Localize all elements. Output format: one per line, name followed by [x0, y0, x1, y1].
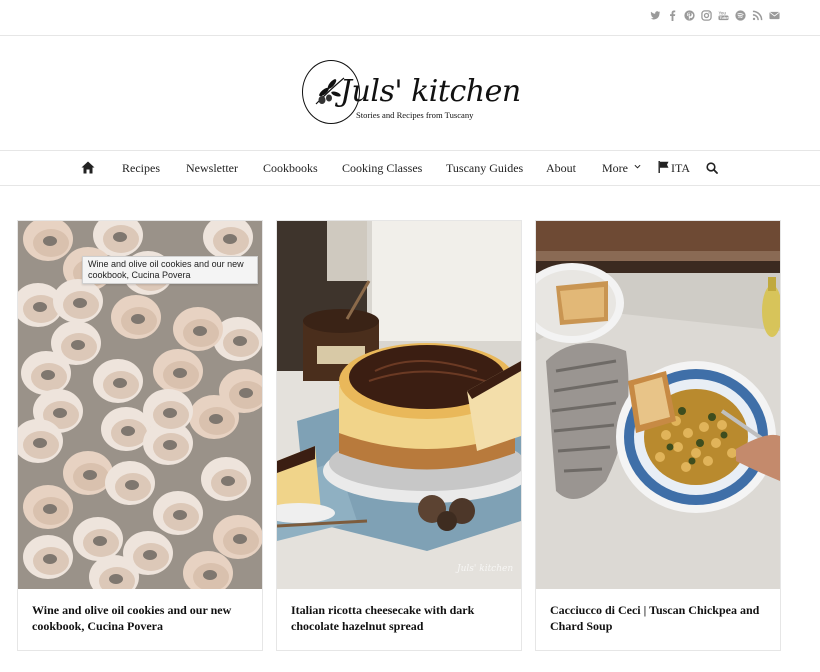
cookie-hole: [33, 302, 47, 312]
cookie-hole: [33, 438, 47, 448]
cookie-hole: [233, 534, 247, 544]
post-card-chickpea-soup[interactable]: Cacciucco di Ceci | Tuscan Chickpea and …: [535, 220, 781, 651]
nav-item-recipes[interactable]: Recipes: [122, 161, 160, 176]
svg-text:Juls' kitchen: Juls' kitchen: [455, 564, 513, 574]
nav-item-about[interactable]: About: [546, 161, 576, 176]
cookie-hole: [131, 314, 145, 324]
cookie-hole: [113, 232, 127, 242]
search-icon[interactable]: [706, 162, 718, 174]
social-icons: You Tube: [649, 8, 780, 22]
logo-tagline: Stories and Recipes from Tuscany: [356, 110, 474, 120]
post-card-cookies[interactable]: Wine and olive oil cookies and our new c…: [17, 220, 263, 651]
cheesecake-photo: Juls' kitchen: [277, 221, 521, 589]
cookie-hole: [125, 480, 139, 490]
cookie-hole: [163, 440, 177, 450]
facebook-icon[interactable]: [666, 8, 678, 22]
email-icon[interactable]: [768, 8, 780, 22]
post-image-chickpea-soup[interactable]: [536, 221, 780, 589]
flag-icon: [658, 161, 669, 173]
logo-name: Juls' kitchen: [340, 74, 521, 109]
svg-text:You: You: [718, 10, 726, 15]
main-nav: Recipes Newsletter Cookbooks Cooking Cla…: [0, 150, 820, 186]
nav-item-tuscany-guides[interactable]: Tuscany Guides: [446, 161, 523, 176]
image-tooltip: Wine and olive oil cookies and our new c…: [82, 256, 258, 284]
nav-item-newsletter[interactable]: Newsletter: [186, 161, 238, 176]
cookie-hole: [221, 476, 235, 486]
cookie-hole: [173, 510, 187, 520]
rss-icon[interactable]: [751, 8, 763, 22]
cookie-hole: [43, 504, 57, 514]
cookie-hole: [53, 408, 67, 418]
cookie-hole: [193, 326, 207, 336]
youtube-icon[interactable]: You Tube: [717, 8, 729, 22]
post-title-cheesecake[interactable]: Italian ricotta cheesecake with dark cho…: [291, 603, 513, 634]
site-logo[interactable]: Juls' kitchen Stories and Recipes from T…: [302, 60, 521, 126]
cookie-hole: [173, 368, 187, 378]
nav-item-language[interactable]: ITA: [658, 161, 690, 176]
post-image-cheesecake[interactable]: Juls' kitchen: [277, 221, 521, 589]
cookie-hole: [121, 426, 135, 436]
top-bar: You Tube: [0, 0, 820, 36]
cookie-hole: [41, 370, 55, 380]
cookie-hole: [203, 570, 217, 580]
cookie-hole: [113, 378, 127, 388]
cookie-hole: [223, 234, 237, 244]
spotify-icon[interactable]: [734, 8, 746, 22]
twitter-icon[interactable]: [649, 8, 661, 22]
cookie-hole: [73, 298, 87, 308]
cookie-hole: [239, 388, 253, 398]
cookie-hole: [43, 554, 57, 564]
chevron-down-icon: [634, 164, 641, 169]
cookie-hole: [71, 340, 85, 350]
cookie-hole: [109, 574, 123, 584]
cookie-hole: [93, 536, 107, 546]
cookie-hole: [143, 550, 157, 560]
post-title-chickpea-soup[interactable]: Cacciucco di Ceci | Tuscan Chickpea and …: [550, 603, 772, 634]
chickpea-soup-photo: [536, 221, 780, 589]
cookie-hole: [163, 408, 177, 418]
post-title-cookies[interactable]: Wine and olive oil cookies and our new c…: [32, 603, 254, 634]
cookie-hole: [43, 236, 57, 246]
post-card-cheesecake[interactable]: Juls' kitchen Italian ricotta cheesecake…: [276, 220, 522, 651]
nav-item-cookbooks[interactable]: Cookbooks: [263, 161, 318, 176]
cookie-hole: [209, 414, 223, 424]
nav-item-cooking-classes[interactable]: Cooking Classes: [342, 161, 422, 176]
nav-language-label: ITA: [671, 161, 691, 175]
pinterest-icon[interactable]: [683, 8, 695, 22]
svg-text:Tube: Tube: [719, 16, 728, 20]
cookie-hole: [233, 336, 247, 346]
nav-item-more[interactable]: More: [602, 161, 641, 176]
nav-more-label: More: [602, 161, 628, 175]
cookie-hole: [83, 470, 97, 480]
instagram-icon[interactable]: [700, 8, 712, 22]
home-icon[interactable]: [81, 161, 95, 174]
